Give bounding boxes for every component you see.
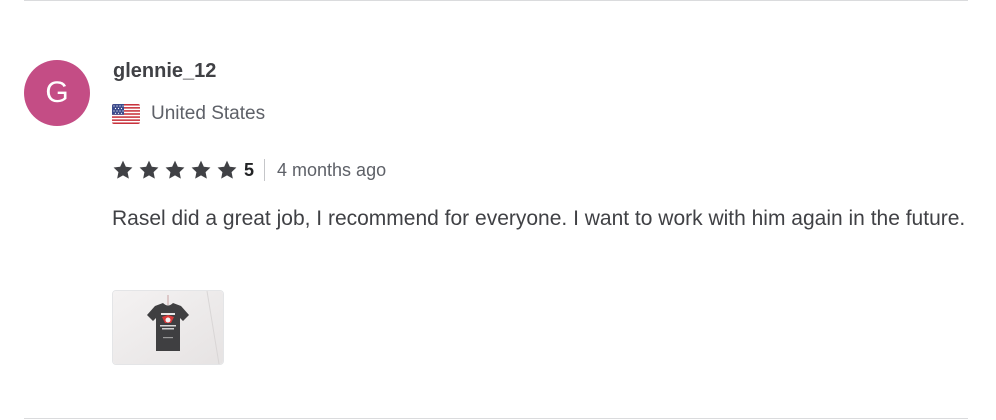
rating-separator: [264, 159, 266, 181]
us-flag-icon: [112, 104, 140, 124]
star-icon: [165, 160, 185, 179]
review-text: Rasel did a great job, I recommend for e…: [112, 207, 966, 230]
rating-score: 5: [244, 159, 255, 180]
star-icon: [217, 160, 237, 179]
star-rating: [112, 159, 242, 181]
star-icon: [113, 160, 133, 179]
star-icon: [191, 160, 211, 179]
reviewer-username[interactable]: glennie_12: [113, 60, 216, 83]
avatar[interactable]: G: [24, 60, 90, 126]
country-label: United States: [151, 103, 266, 124]
top-divider: [24, 0, 968, 1]
bottom-divider: [24, 418, 968, 419]
rating-row: 5 4 months ago: [112, 158, 386, 182]
reviewer-country: United States: [112, 102, 265, 126]
star-icon: [139, 160, 159, 179]
t-shirt-thumbnail[interactable]: [112, 290, 224, 365]
review-time: 4 months ago: [277, 159, 387, 180]
